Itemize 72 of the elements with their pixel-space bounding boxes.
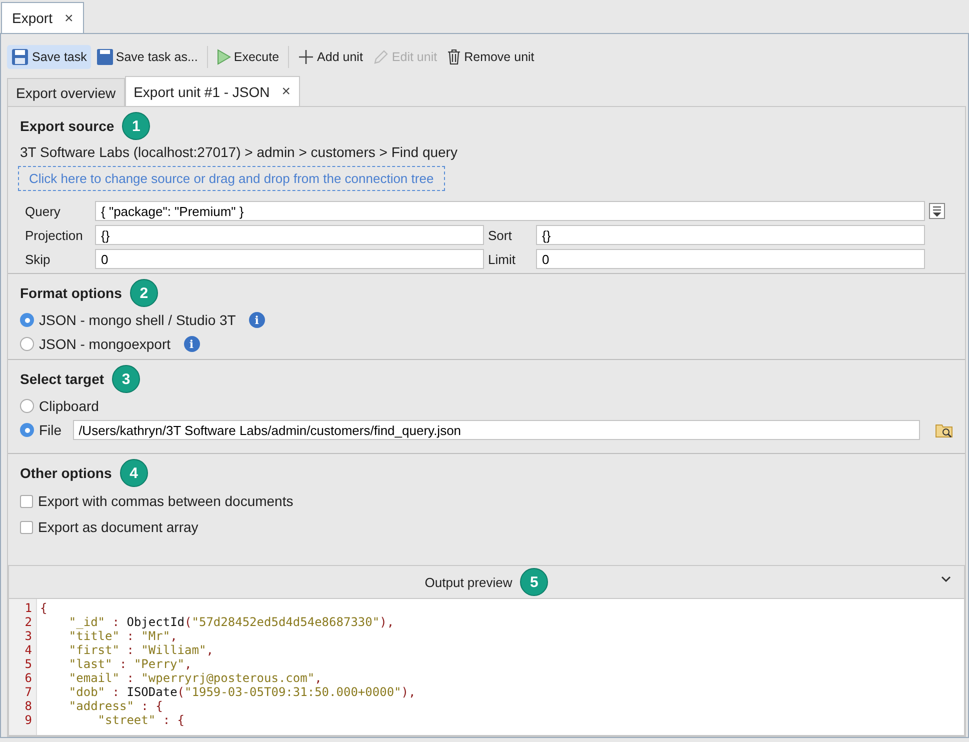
sort-field[interactable]: {}: [536, 225, 925, 245]
step-number: 4: [120, 459, 148, 487]
source-path: 3T Software Labs (localhost:27017) > admin > customers > Find query: [20, 144, 458, 160]
checkbox[interactable]: [20, 520, 33, 534]
query-field[interactable]: { "package": "Premium" }: [95, 201, 925, 221]
line-number: 4: [24, 643, 32, 657]
code-line: "email" : "wperryrj@posterous.com",: [68, 671, 323, 685]
pencil-icon: [372, 49, 389, 65]
code-line: "_id" : ObjectId("57d28452ed5d4d54e8687330"),: [68, 615, 396, 629]
option-label: JSON - mongoexport: [39, 336, 170, 352]
filter-list-icon[interactable]: [929, 203, 945, 219]
code-line: {: [40, 601, 48, 615]
section-title: Select target: [20, 371, 104, 387]
plus-icon: [298, 49, 314, 65]
code-line: "title" : "Mr",: [68, 629, 178, 643]
toolbar-button[interactable]: Save task as...: [92, 46, 202, 68]
radio-button[interactable]: [20, 313, 34, 327]
close-button[interactable]: ×: [64, 10, 74, 26]
line-number: 5: [24, 657, 32, 671]
option-label: Export with commas between documents: [38, 493, 294, 509]
file-path-field[interactable]: /Users/kathryn/3T Software Labs/admin/customers/find_query.json: [72, 420, 920, 440]
chevron-icon[interactable]: [940, 574, 952, 584]
code-line: "dob" : ISODate("1959-03-05T09:31:50.000+0000"),: [68, 685, 416, 699]
radio-button[interactable]: [20, 423, 34, 437]
step-number: 3: [112, 365, 140, 393]
line-number: 7: [24, 685, 32, 699]
field-label: Limit: [488, 252, 516, 266]
toolbar-button[interactable]: Remove unit: [443, 46, 538, 68]
field-label: Projection: [25, 228, 84, 242]
toolbar-button[interactable]: Execute: [212, 46, 284, 68]
close-button[interactable]: ×: [282, 83, 291, 100]
step-number: 5: [520, 568, 548, 596]
code-line: "address" : {: [68, 699, 164, 713]
line-number: 3: [24, 629, 32, 643]
folder-search-icon[interactable]: [935, 422, 953, 438]
skip-field[interactable]: 0: [95, 249, 484, 269]
trash-icon: [447, 49, 462, 65]
code-line: "last" : "Perry",: [68, 657, 193, 671]
step-number: 2: [130, 279, 158, 307]
line-number: 1: [24, 601, 32, 615]
option-label: JSON - mongo shell / Studio 3T: [39, 312, 236, 328]
window-tab[interactable]: Export ×: [1, 2, 84, 33]
info-icon[interactable]: i: [248, 312, 265, 328]
code-line: "first" : "William",: [68, 643, 214, 657]
section-title: Export source: [20, 118, 114, 134]
section-title: Output preview: [424, 574, 512, 590]
limit-field[interactable]: 0: [536, 249, 925, 269]
line-number: 9: [24, 713, 32, 727]
line-number: 6: [24, 671, 32, 685]
section-title: Format options: [20, 285, 122, 301]
radio-button[interactable]: [20, 337, 34, 351]
checkbox[interactable]: [20, 494, 33, 508]
field-label: Skip: [25, 252, 52, 266]
option-label: Clipboard: [39, 398, 99, 414]
field-label: Query: [25, 204, 62, 218]
section-title: Other options: [20, 465, 112, 481]
line-number: 2: [24, 615, 32, 629]
info-icon[interactable]: i: [184, 336, 200, 352]
step-number: 1: [122, 112, 150, 140]
radio-button[interactable]: [20, 399, 34, 413]
field-label: Sort: [488, 228, 513, 242]
play-icon: [216, 49, 231, 65]
option-label: Export as document array: [38, 519, 198, 535]
tab[interactable]: Export overview: [7, 78, 125, 106]
output-preview-header[interactable]: Output preview 5: [8, 565, 965, 598]
line-number: 8: [24, 699, 32, 713]
code-line: "street" : {: [96, 713, 186, 727]
toolbar-button[interactable]: Add unit: [294, 46, 367, 68]
option-label: File: [39, 422, 62, 438]
tab[interactable]: Export unit #1 - JSON ×: [124, 76, 300, 106]
toolbar-button[interactable]: Save task: [7, 45, 91, 69]
projection-field[interactable]: {}: [95, 225, 484, 245]
